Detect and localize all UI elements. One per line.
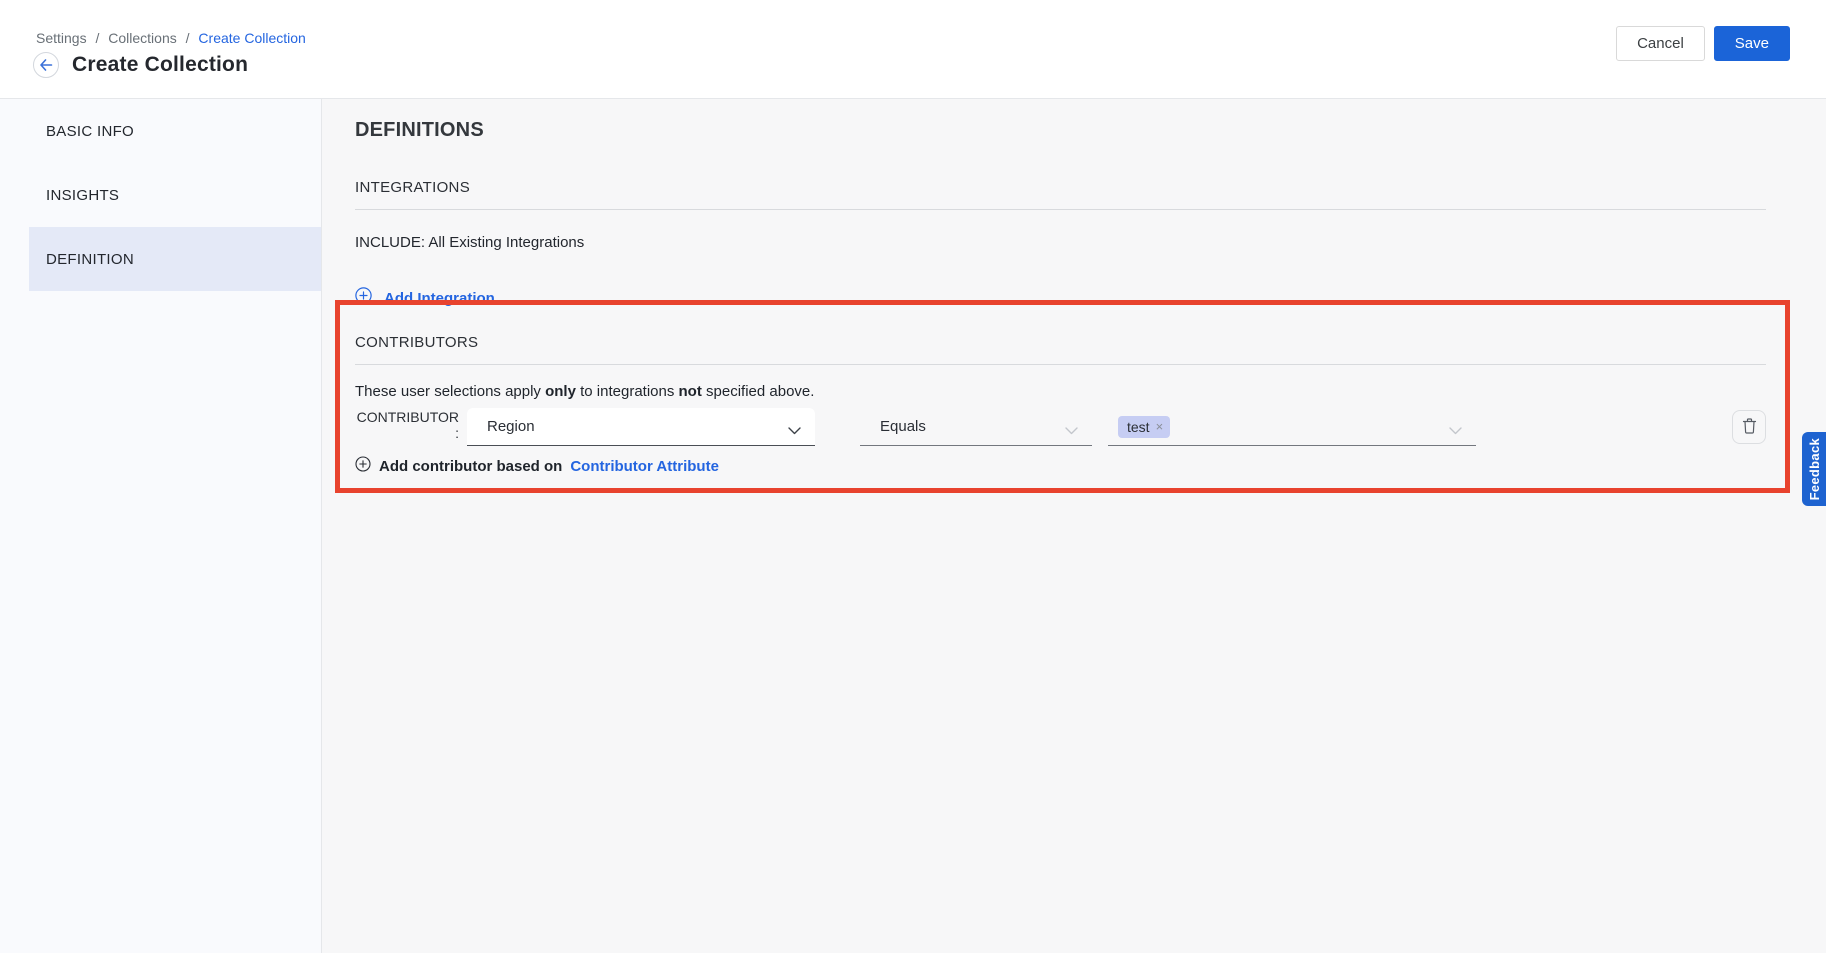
breadcrumb: Settings / Collections / Create Collecti… — [36, 30, 306, 46]
values-multiselect[interactable]: test × — [1108, 408, 1476, 446]
add-contributor-button[interactable]: Add contributor based on Contributor Att… — [355, 456, 719, 476]
sidebar-item-label: BASIC INFO — [46, 123, 134, 140]
contributors-section: CONTRIBUTORS These user selections apply… — [355, 334, 1766, 476]
chevron-down-icon — [1065, 422, 1078, 440]
save-button[interactable]: Save — [1714, 26, 1790, 61]
back-arrow-icon — [39, 59, 53, 71]
add-integration-button[interactable]: Add Integration — [355, 287, 495, 309]
breadcrumb-separator: / — [186, 30, 190, 46]
integrations-section-label: INTEGRATIONS — [355, 179, 1766, 196]
contributor-attribute-link[interactable]: Contributor Attribute — [570, 458, 719, 475]
header-actions: Cancel Save — [1616, 26, 1790, 61]
attribute-select-value: Region — [467, 418, 535, 435]
contributor-label-colon: : — [455, 425, 459, 441]
value-tag-label: test — [1127, 419, 1150, 435]
contributor-rule-row: CONTRIBUTOR : Region Equals — [355, 408, 1766, 446]
note-text: These user selections apply — [355, 383, 545, 400]
feedback-tab-label: Feedback — [1807, 438, 1822, 500]
add-contributor-text: Add contributor based on — [379, 458, 562, 475]
cancel-button[interactable]: Cancel — [1616, 26, 1705, 61]
note-bold-only: only — [545, 383, 576, 400]
sidebar-item-insights[interactable]: INSIGHTS — [29, 163, 321, 227]
contributors-section-label: CONTRIBUTORS — [355, 334, 1766, 351]
sidebar-item-definition[interactable]: DEFINITION — [29, 227, 321, 291]
breadcrumb-collections[interactable]: Collections — [108, 30, 176, 46]
delete-rule-button[interactable] — [1732, 410, 1766, 444]
integrations-divider — [355, 209, 1766, 210]
contributors-divider — [355, 364, 1766, 365]
feedback-tab[interactable]: Feedback — [1802, 432, 1826, 506]
contributor-row-label: CONTRIBUTOR : — [355, 409, 459, 446]
note-text: specified above. — [702, 383, 815, 400]
definitions-heading: DEFINITIONS — [355, 119, 1766, 142]
value-tag: test × — [1118, 416, 1170, 438]
breadcrumb-settings[interactable]: Settings — [36, 30, 87, 46]
page-header: Settings / Collections / Create Collecti… — [0, 0, 1826, 99]
breadcrumb-separator: / — [95, 30, 99, 46]
sidebar-item-basic-info[interactable]: BASIC INFO — [29, 99, 321, 163]
sidebar: BASIC INFO INSIGHTS DEFINITION — [0, 99, 322, 953]
main-panel: DEFINITIONS INTEGRATIONS INCLUDE: All Ex… — [322, 99, 1826, 953]
note-text: to integrations — [576, 383, 679, 400]
chevron-down-icon — [1449, 422, 1462, 440]
trash-icon — [1742, 418, 1757, 437]
operator-select-value: Equals — [860, 418, 926, 435]
contributor-label-text: CONTRIBUTOR — [357, 409, 459, 425]
page-title: Create Collection — [72, 53, 248, 77]
attribute-select[interactable]: Region — [467, 408, 815, 446]
breadcrumb-create-collection[interactable]: Create Collection — [198, 30, 305, 46]
contributors-note: These user selections apply only to inte… — [355, 383, 1766, 400]
plus-circle-icon — [355, 287, 372, 309]
integrations-section: INTEGRATIONS INCLUDE: All Existing Integ… — [355, 179, 1766, 309]
sidebar-item-label: INSIGHTS — [46, 187, 119, 204]
chevron-down-icon — [788, 422, 801, 440]
remove-tag-icon[interactable]: × — [1156, 419, 1164, 434]
add-integration-label: Add Integration — [384, 290, 495, 307]
sidebar-item-label: DEFINITION — [46, 251, 134, 268]
content-layout: BASIC INFO INSIGHTS DEFINITION DEFINITIO… — [0, 99, 1826, 953]
operator-select[interactable]: Equals — [860, 408, 1092, 446]
back-button[interactable] — [33, 52, 59, 78]
title-row: Create Collection — [33, 52, 248, 78]
include-text: INCLUDE: All Existing Integrations — [355, 234, 1766, 251]
plus-circle-icon — [355, 456, 371, 476]
note-bold-not: not — [679, 383, 702, 400]
